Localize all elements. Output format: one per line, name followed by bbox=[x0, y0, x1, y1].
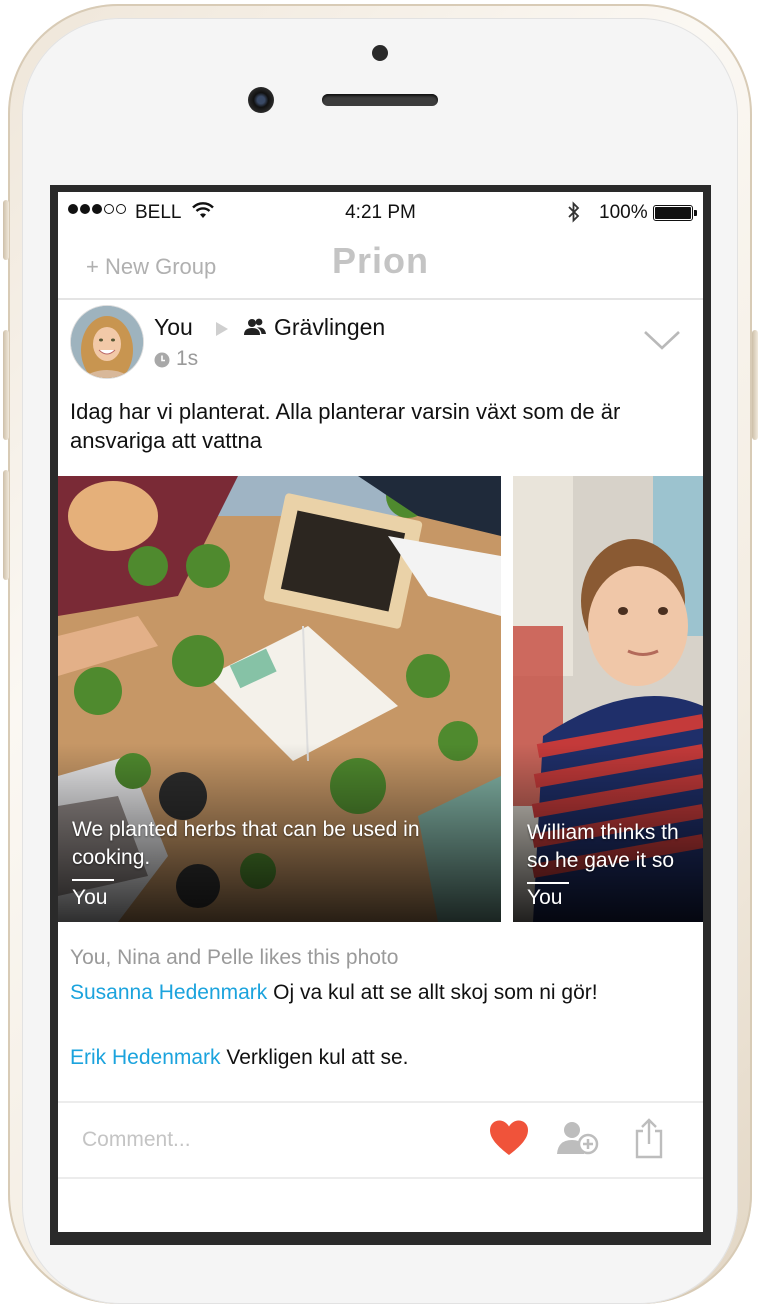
app-screen: BELL 4:21 PM 100% + New Group Prion You bbox=[58, 192, 703, 1232]
battery-icon bbox=[653, 205, 693, 221]
caption-divider bbox=[527, 882, 569, 884]
photo-caption: William thinks th so he gave it so bbox=[527, 821, 679, 872]
avatar-portrait bbox=[71, 306, 143, 378]
volume-down-button bbox=[3, 470, 9, 580]
group-icon bbox=[244, 318, 266, 335]
volume-up-button bbox=[3, 330, 9, 440]
front-camera bbox=[248, 87, 274, 113]
photo-author: You bbox=[527, 886, 563, 909]
battery-tip bbox=[694, 210, 697, 216]
status-bar: BELL 4:21 PM 100% bbox=[58, 192, 703, 232]
post-text: Idag har vi planterat. Alla planterar va… bbox=[70, 399, 621, 453]
likes-summary[interactable]: You, Nina and Pelle likes this photo bbox=[70, 946, 398, 970]
caption-divider bbox=[72, 879, 114, 881]
post-photo[interactable]: We planted herbs that can be used in coo… bbox=[58, 476, 501, 922]
divider bbox=[58, 1101, 703, 1103]
proximity-sensor bbox=[372, 45, 388, 61]
clock-icon bbox=[154, 352, 170, 368]
comment-author[interactable]: Susanna Hedenmark bbox=[70, 981, 267, 1004]
bluetooth-icon bbox=[568, 201, 580, 223]
post-group-name[interactable]: Grävlingen bbox=[274, 314, 385, 341]
earpiece-speaker bbox=[322, 94, 438, 106]
battery-percent: 100% bbox=[599, 202, 648, 223]
comment-input[interactable]: Comment... bbox=[82, 1128, 191, 1152]
comment-text: Verkligen kul att se. bbox=[220, 1046, 409, 1069]
posted-to-arrow-icon bbox=[216, 322, 228, 336]
app-title: Prion bbox=[331, 240, 429, 281]
nav-bar: + New Group Prion bbox=[58, 232, 703, 300]
post-photo[interactable]: William thinks th so he gave it so You bbox=[513, 476, 703, 922]
add-user-icon[interactable] bbox=[557, 1120, 599, 1156]
divider bbox=[58, 1177, 703, 1179]
heart-icon[interactable] bbox=[488, 1119, 530, 1157]
comment-author[interactable]: Erik Hedenmark bbox=[70, 1046, 221, 1069]
comment: Erik Hedenmark Verkligen kul att se. bbox=[70, 1044, 670, 1072]
chevron-down-icon[interactable] bbox=[643, 329, 681, 351]
avatar[interactable] bbox=[71, 306, 143, 378]
share-icon[interactable] bbox=[634, 1117, 664, 1159]
power-button bbox=[752, 330, 758, 440]
post-author[interactable]: You bbox=[154, 314, 193, 341]
photo-author: You bbox=[72, 886, 108, 909]
photo-caption: We planted herbs that can be used in coo… bbox=[72, 818, 420, 869]
mute-switch bbox=[3, 200, 9, 260]
post-age: 1s bbox=[176, 347, 199, 370]
comment: Susanna Hedenmark Oj va kul att se allt … bbox=[70, 979, 670, 1007]
comment-text: Oj va kul att se allt skoj som ni gör! bbox=[267, 981, 598, 1004]
